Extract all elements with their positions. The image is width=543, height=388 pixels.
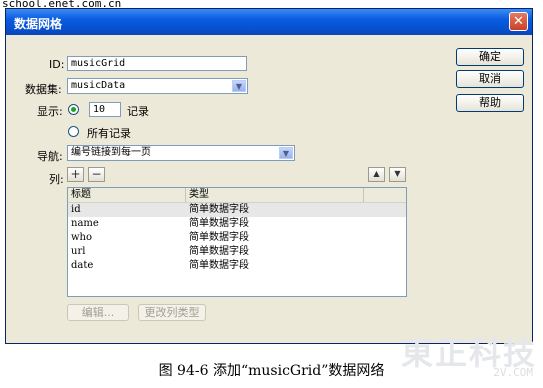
add-column-button[interactable]: + [67, 167, 84, 182]
row-type: 简单数据字段 [189, 260, 249, 271]
change-column-type-button[interactable]: 更改列类型 [138, 304, 206, 321]
row-type: 简单数据字段 [189, 204, 249, 215]
id-field[interactable]: musicGrid [67, 56, 247, 71]
row-type: 简单数据字段 [189, 232, 249, 243]
move-up-button[interactable]: ▲ [368, 167, 385, 182]
dialog-titlebar[interactable]: 数据网格 ✕ [6, 9, 532, 35]
header-type[interactable]: 类型 [186, 188, 364, 202]
cancel-button[interactable]: 取消 [456, 70, 524, 88]
row-title: who [71, 232, 93, 243]
arrow-down-icon: ▼ [394, 169, 401, 178]
row-type: 简单数据字段 [189, 218, 249, 229]
dataset-value: musicData [71, 80, 126, 91]
remove-column-button[interactable]: − [88, 167, 105, 182]
header-title[interactable]: 标题 [68, 188, 186, 202]
grid-header: 标题 类型 [68, 188, 406, 203]
ok-button[interactable]: 确定 [456, 48, 524, 66]
move-down-button[interactable]: ▼ [389, 167, 406, 182]
arrow-up-icon: ▲ [373, 169, 380, 178]
figure-caption: 图 94-6 添加“musicGrid”数据网络 [158, 363, 385, 379]
navigation-label: 导航: [37, 150, 63, 163]
row-type: 简单数据字段 [189, 246, 249, 257]
table-row[interactable]: url 简单数据字段 [68, 245, 406, 259]
close-button[interactable]: ✕ [509, 12, 528, 31]
display-label: 显示: [37, 105, 63, 118]
help-button[interactable]: 帮助 [456, 94, 524, 112]
data-grid-dialog: 数据网格 ✕ ID: musicGrid 数据集: musicData ▼ 显示… [5, 8, 533, 344]
page: school.enet.com.cn 数据网格 ✕ ID: musicGrid … [0, 0, 543, 388]
row-title: name [71, 218, 99, 229]
table-row[interactable]: name 简单数据字段 [68, 217, 406, 231]
url-watermark: 2V.COM [493, 366, 533, 379]
chevron-down-icon[interactable]: ▼ [232, 80, 246, 92]
table-row[interactable]: date 简单数据字段 [68, 259, 406, 273]
navigation-value: 编号链接到每一页 [71, 147, 151, 158]
display-count-field[interactable]: 10 [89, 102, 121, 117]
id-label: ID: [49, 58, 65, 71]
display-count-radio[interactable] [68, 104, 79, 115]
all-records-radio[interactable] [68, 126, 79, 137]
chevron-down-icon[interactable]: ▼ [279, 147, 293, 159]
plus-icon: + [70, 167, 81, 181]
minus-icon: − [91, 167, 102, 181]
row-title: id [71, 204, 81, 215]
row-title: url [71, 246, 86, 257]
edit-button[interactable]: 编辑... [67, 304, 129, 321]
dialog-title: 数据网格 [14, 17, 63, 31]
row-title: date [71, 260, 94, 271]
navigation-select[interactable]: 编号链接到每一页 ▼ [67, 145, 295, 161]
close-icon: ✕ [513, 14, 524, 29]
all-records-label: 所有记录 [87, 127, 131, 140]
columns-label: 列: [49, 173, 64, 186]
dataset-label: 数据集: [25, 83, 62, 96]
records-label: 记录 [127, 105, 149, 118]
table-row[interactable]: who 简单数据字段 [68, 231, 406, 245]
dataset-select[interactable]: musicData ▼ [67, 78, 248, 94]
table-row[interactable]: id 简单数据字段 [68, 203, 406, 217]
columns-grid[interactable]: 标题 类型 id 简单数据字段 name 简单数据字段 who 简单数据字段 u… [67, 187, 407, 297]
